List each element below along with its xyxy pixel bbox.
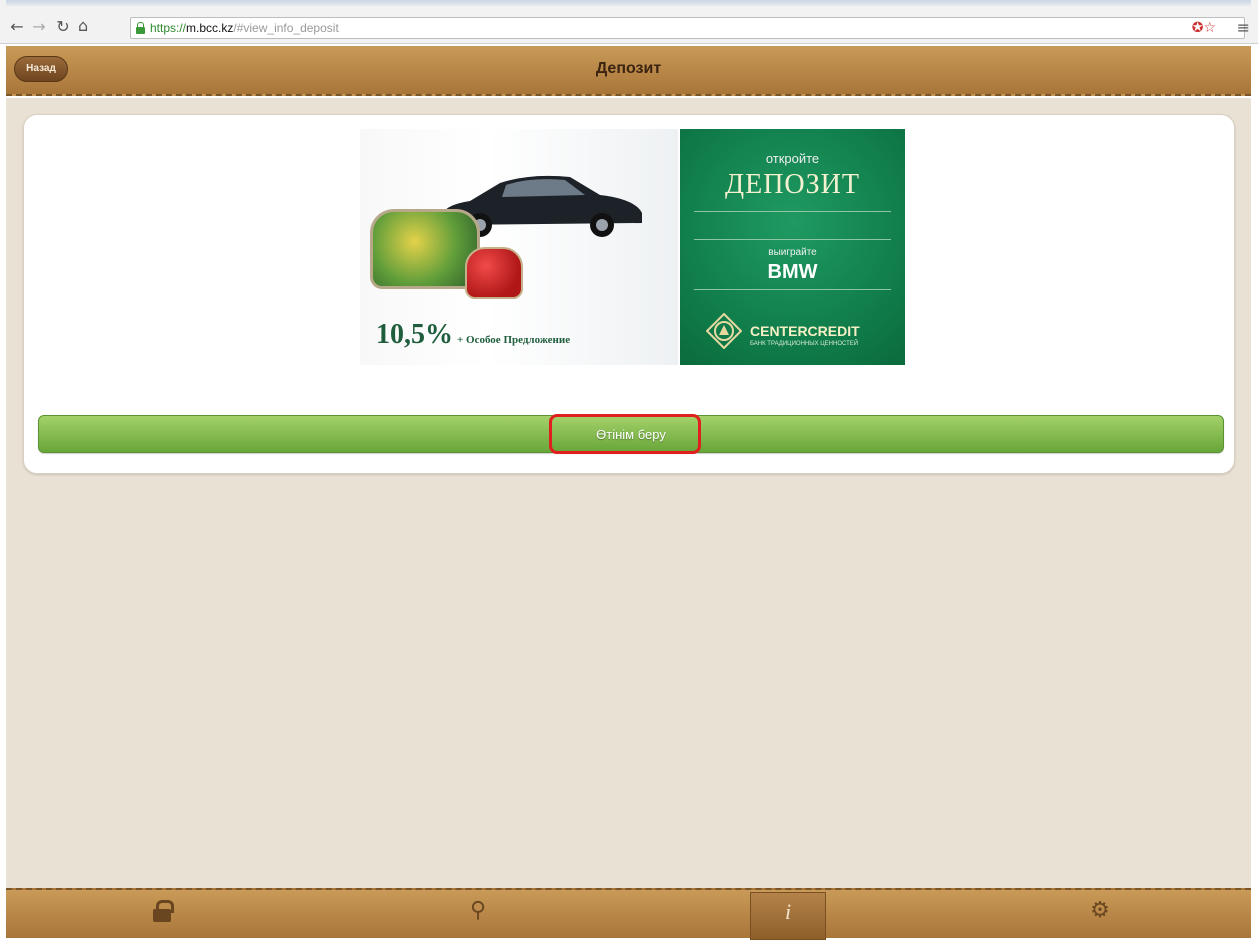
- centercredit-logo-icon: [706, 313, 742, 349]
- page-title: Депозит: [595, 60, 662, 77]
- bookmark-star-icon[interactable]: ✪☆: [1192, 20, 1216, 36]
- browser-toolbar: ← → ↻ ⌂ https://m.bcc.kz/#view_info_depo…: [0, 0, 1258, 44]
- app-header: Назад Депозит: [6, 46, 1251, 96]
- back-arrow-icon[interactable]: ←: [8, 18, 26, 36]
- forward-arrow-icon[interactable]: →: [30, 18, 48, 36]
- home-icon[interactable]: ⌂: [78, 17, 128, 35]
- banner-divider: [694, 211, 891, 212]
- red-purse-image: [465, 247, 523, 299]
- gear-icon: ⚙: [1090, 898, 1110, 923]
- content-area: 10,5% + Особое Предложение откройте ДЕПО…: [6, 98, 1251, 888]
- tab-settings[interactable]: ⚙: [1062, 892, 1138, 940]
- browser-menu-icon[interactable]: ≡: [1237, 18, 1250, 37]
- ssl-lock-icon: [136, 22, 145, 34]
- tab-locations[interactable]: ⚲: [440, 892, 516, 940]
- tab-info[interactable]: i: [750, 892, 826, 940]
- banner-divider: [694, 239, 891, 240]
- url-text: https://m.bcc.kz/#view_info_deposit: [150, 21, 339, 35]
- banner-win-text: выиграйте: [768, 247, 817, 258]
- banner-photo-area: 10,5% + Особое Предложение: [360, 129, 678, 365]
- browser-tab-strip: [6, 0, 1251, 6]
- banner-brand-text: CENTERCREDIT: [750, 323, 860, 339]
- banner-open-text: откройте: [765, 151, 820, 166]
- banner-prize-text: BMW: [767, 261, 818, 283]
- banner-rate-text: 10,5% + Особое Предложение: [376, 319, 571, 350]
- lock-icon: [153, 900, 174, 922]
- banner-brand-subtitle: БАНК ТРАДИЦИОННЫХ ЦЕННОСТЕЙ: [750, 341, 859, 347]
- banner-divider: [694, 289, 891, 290]
- tab-security[interactable]: [124, 892, 200, 940]
- location-pin-icon: ⚲: [469, 898, 487, 923]
- deposit-promo-banner: 10,5% + Особое Предложение откройте ДЕПО…: [360, 129, 905, 365]
- apply-button[interactable]: Өтінім беру: [38, 414, 1224, 454]
- banner-deposit-text: ДЕПОЗИТ: [725, 169, 860, 200]
- deposit-card: 10,5% + Особое Предложение откройте ДЕПО…: [23, 114, 1235, 474]
- address-bar[interactable]: https://m.bcc.kz/#view_info_deposit ✪☆: [130, 17, 1245, 39]
- reload-icon[interactable]: ↻: [54, 18, 72, 36]
- green-purse-image: [370, 209, 480, 289]
- banner-green-panel: откройте ДЕПОЗИТ выиграйте BMW CENTERCRE…: [680, 129, 905, 365]
- red-highlight-annotation: [549, 414, 701, 454]
- bottom-tab-bar: ⚲ i ⚙: [6, 888, 1251, 940]
- info-icon: i: [784, 899, 792, 924]
